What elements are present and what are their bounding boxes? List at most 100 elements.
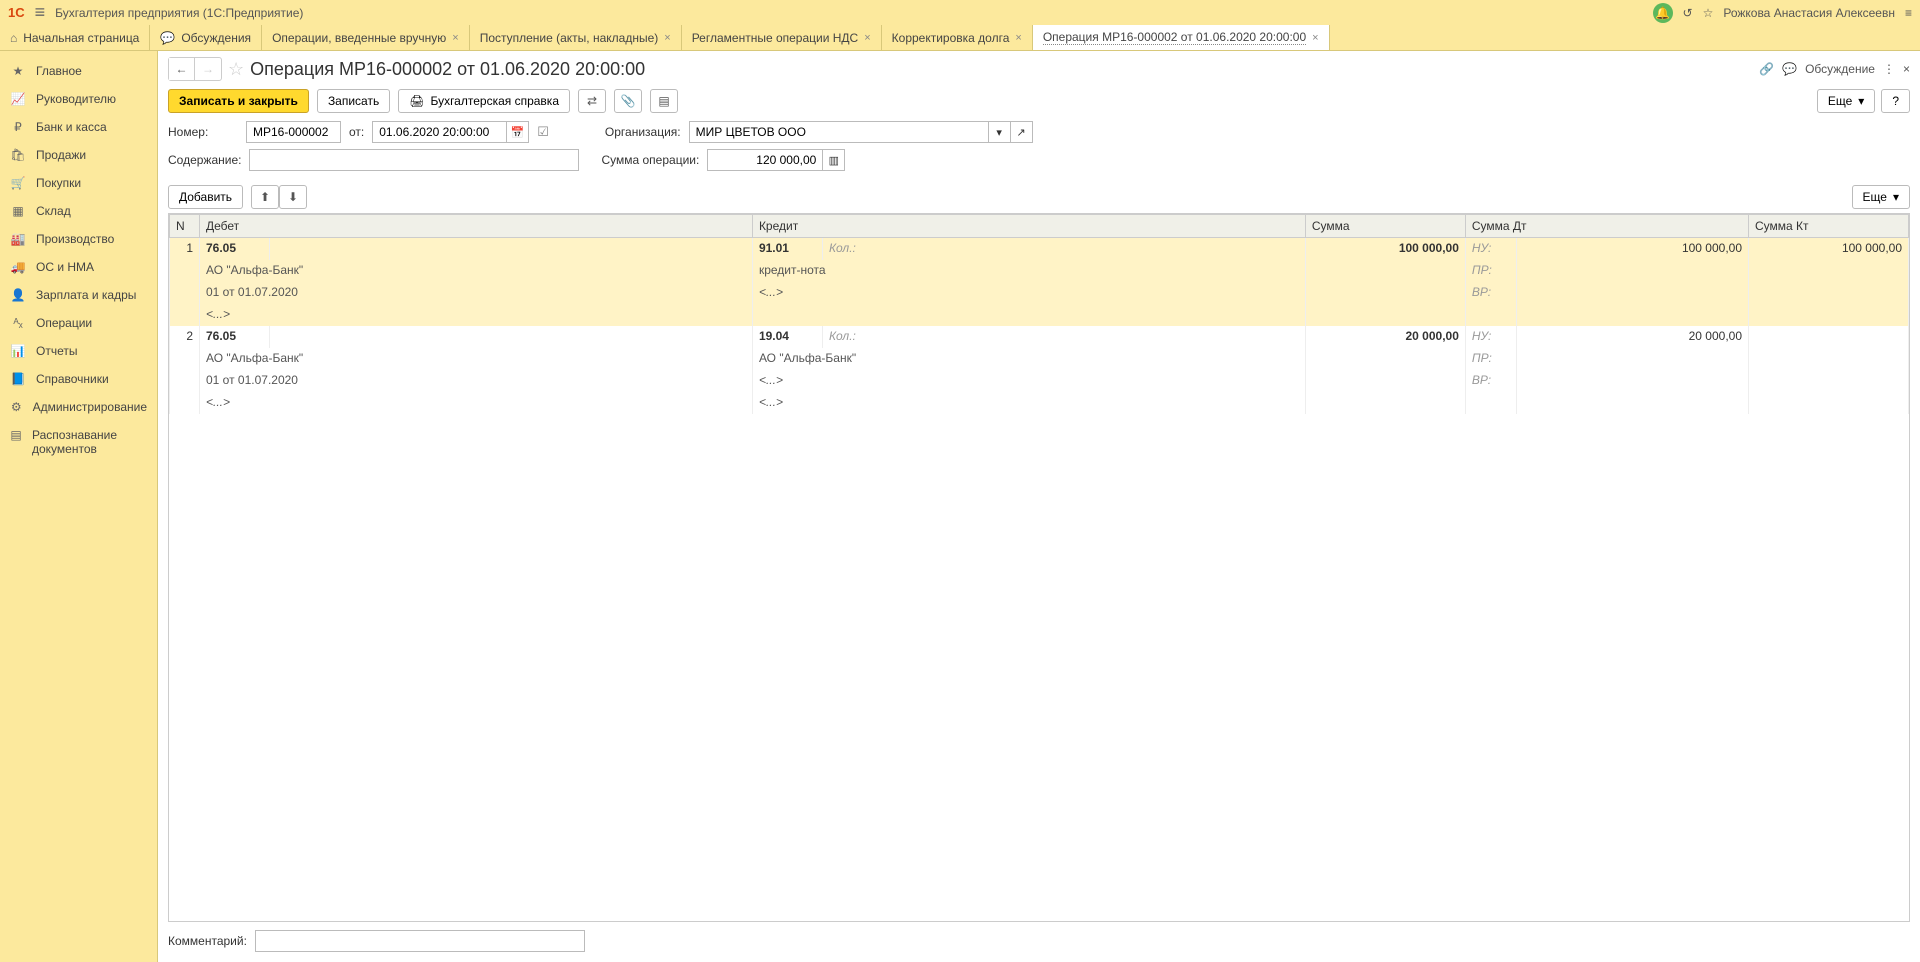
star-icon[interactable]: ☆ bbox=[228, 59, 244, 80]
kt-sub2[interactable]: <...> bbox=[752, 282, 1305, 304]
forward-button[interactable]: → bbox=[195, 58, 221, 80]
structure-icon[interactable]: ⇄ bbox=[578, 89, 606, 113]
col-sumkt[interactable]: Сумма Кт bbox=[1749, 215, 1909, 238]
sidebar-item-4[interactable]: 🛒Покупки bbox=[0, 169, 157, 197]
kt-sub1[interactable]: АО "Альфа-Банк" bbox=[752, 348, 1305, 370]
kt-sub1[interactable]: кредит-нота bbox=[752, 260, 1305, 282]
table-more-button[interactable]: Еще ▾ bbox=[1852, 185, 1910, 209]
menu-dropdown-icon[interactable]: ≡ bbox=[1905, 6, 1912, 20]
link-icon[interactable]: 🔗 bbox=[1759, 62, 1774, 76]
sidebar-item-11[interactable]: 📘Справочники bbox=[0, 365, 157, 393]
sidebar-icon: 🏭 bbox=[10, 232, 26, 246]
tab-home[interactable]: ⌂ Начальная страница bbox=[0, 25, 150, 50]
sidebar-item-13[interactable]: ▤Распознавание документов bbox=[0, 421, 157, 463]
close-icon[interactable]: × bbox=[1312, 32, 1318, 44]
close-icon[interactable]: × bbox=[864, 32, 870, 44]
dt-sub1[interactable]: АО "Альфа-Банк" bbox=[200, 348, 753, 370]
kebab-icon[interactable]: ⋮ bbox=[1883, 62, 1895, 76]
table-row[interactable]: АО "Альфа-Банк"АО "Альфа-Банк"ПР: bbox=[170, 348, 1909, 370]
move-down-button[interactable]: ⬇ bbox=[279, 185, 307, 209]
sidebar-item-6[interactable]: 🏭Производство bbox=[0, 225, 157, 253]
row-sum[interactable]: 100 000,00 bbox=[1305, 238, 1465, 260]
dt-account[interactable]: 76.05 bbox=[200, 326, 270, 348]
dropdown-icon[interactable]: ▾ bbox=[989, 121, 1011, 143]
post-icon[interactable]: ☑ bbox=[537, 124, 549, 140]
sidebar-item-7[interactable]: 🚚ОС и НМА bbox=[0, 253, 157, 281]
user-name[interactable]: Рожкова Анастасия Алексеевн bbox=[1723, 6, 1895, 20]
save-close-button[interactable]: Записать и закрыть bbox=[168, 89, 309, 113]
attach-icon[interactable]: 📎 bbox=[614, 89, 642, 113]
dt-sub1[interactable]: АО "Альфа-Банк" bbox=[200, 260, 753, 282]
nu-dt[interactable]: 20 000,00 bbox=[1516, 326, 1748, 348]
calc-icon[interactable]: ▥ bbox=[823, 149, 845, 171]
more-button[interactable]: Еще ▾ bbox=[1817, 89, 1875, 113]
accounting-report-button[interactable]: 🖨 Бухгалтерская справка bbox=[398, 89, 570, 113]
sidebar-item-5[interactable]: ▦Склад bbox=[0, 197, 157, 225]
save-button[interactable]: Записать bbox=[317, 89, 390, 113]
table-row[interactable]: <...><...> bbox=[170, 392, 1909, 414]
list-icon[interactable]: ▤ bbox=[650, 89, 678, 113]
table-row[interactable]: <...> bbox=[170, 304, 1909, 326]
back-button[interactable]: ← bbox=[169, 58, 195, 80]
kt-sub3[interactable] bbox=[752, 304, 1305, 326]
sidebar-item-1[interactable]: 📈Руководителю bbox=[0, 85, 157, 113]
nu-kt[interactable]: 100 000,00 bbox=[1749, 238, 1909, 260]
menu-icon[interactable]: ≡ bbox=[35, 2, 46, 23]
kt-account[interactable]: 91.01 bbox=[752, 238, 822, 260]
tab-item-2[interactable]: Регламентные операции НДС× bbox=[682, 25, 882, 50]
dt-sub3[interactable]: <...> bbox=[200, 304, 753, 326]
kt-sub3[interactable]: <...> bbox=[752, 392, 1305, 414]
calendar-icon[interactable]: 📅 bbox=[507, 121, 529, 143]
close-icon[interactable]: × bbox=[452, 32, 458, 44]
dt-sub3[interactable]: <...> bbox=[200, 392, 753, 414]
kt-sub2[interactable]: <...> bbox=[752, 370, 1305, 392]
sidebar-item-9[interactable]: ᴬₓОперации bbox=[0, 309, 157, 337]
history-icon[interactable]: ↺ bbox=[1683, 6, 1693, 20]
number-field[interactable] bbox=[246, 121, 341, 143]
tab-item-0[interactable]: Операции, введенные вручную× bbox=[262, 25, 470, 50]
favorite-icon[interactable]: ☆ bbox=[1703, 6, 1714, 20]
nu-kt[interactable] bbox=[1749, 326, 1909, 348]
add-row-button[interactable]: Добавить bbox=[168, 185, 243, 209]
table-row[interactable]: 176.0591.01Кол.:100 000,00НУ:100 000,001… bbox=[170, 238, 1909, 260]
comment-field[interactable] bbox=[255, 930, 585, 952]
close-page-icon[interactable]: × bbox=[1903, 62, 1910, 76]
nu-dt[interactable]: 100 000,00 bbox=[1516, 238, 1748, 260]
sidebar-item-10[interactable]: 📊Отчеты bbox=[0, 337, 157, 365]
tab-item-1[interactable]: Поступление (акты, накладные)× bbox=[470, 25, 682, 50]
sidebar-item-12[interactable]: ⚙Администрирование bbox=[0, 393, 157, 421]
sidebar-item-0[interactable]: ★Главное bbox=[0, 57, 157, 85]
dt-sub2[interactable]: 01 от 01.07.2020 bbox=[200, 282, 753, 304]
dt-sub2[interactable]: 01 от 01.07.2020 bbox=[200, 370, 753, 392]
row-sum[interactable]: 20 000,00 bbox=[1305, 326, 1465, 348]
content-field[interactable] bbox=[249, 149, 579, 171]
sum-field[interactable] bbox=[707, 149, 823, 171]
tab-item-3[interactable]: Корректировка долга× bbox=[882, 25, 1033, 50]
tab-item-4[interactable]: Операция МР16-000002 от 01.06.2020 20:00… bbox=[1033, 25, 1330, 50]
col-sumdt[interactable]: Сумма Дт bbox=[1465, 215, 1748, 238]
tab-discuss[interactable]: 💬 Обсуждения bbox=[150, 25, 262, 50]
col-n[interactable]: N bbox=[170, 215, 200, 238]
help-button[interactable]: ? bbox=[1881, 89, 1910, 113]
sidebar-item-3[interactable]: 🛍Продажи bbox=[0, 141, 157, 169]
dt-account[interactable]: 76.05 bbox=[200, 238, 270, 260]
date-field[interactable] bbox=[372, 121, 507, 143]
open-icon[interactable]: ↗ bbox=[1011, 121, 1033, 143]
col-sum[interactable]: Сумма bbox=[1305, 215, 1465, 238]
table-row[interactable]: АО "Альфа-Банк"кредит-нотаПР: bbox=[170, 260, 1909, 282]
move-up-button[interactable]: ⬆ bbox=[251, 185, 279, 209]
sidebar-item-8[interactable]: 👤Зарплата и кадры bbox=[0, 281, 157, 309]
col-debit[interactable]: Дебет bbox=[200, 215, 753, 238]
close-icon[interactable]: × bbox=[1015, 32, 1021, 44]
notifications-icon[interactable]: 🔔 bbox=[1653, 3, 1673, 23]
sidebar-item-2[interactable]: ₽Банк и касса bbox=[0, 113, 157, 141]
org-field[interactable] bbox=[689, 121, 989, 143]
table-row[interactable]: 276.0519.04Кол.:20 000,00НУ:20 000,00 bbox=[170, 326, 1909, 348]
table-row[interactable]: 01 от 01.07.2020<...>ВР: bbox=[170, 370, 1909, 392]
table-row[interactable]: 01 от 01.07.2020<...>ВР: bbox=[170, 282, 1909, 304]
discuss-icon[interactable]: 💬 bbox=[1782, 62, 1797, 76]
discuss-label[interactable]: Обсуждение bbox=[1805, 62, 1875, 76]
kt-account[interactable]: 19.04 bbox=[752, 326, 822, 348]
col-credit[interactable]: Кредит bbox=[752, 215, 1305, 238]
close-icon[interactable]: × bbox=[664, 32, 670, 44]
